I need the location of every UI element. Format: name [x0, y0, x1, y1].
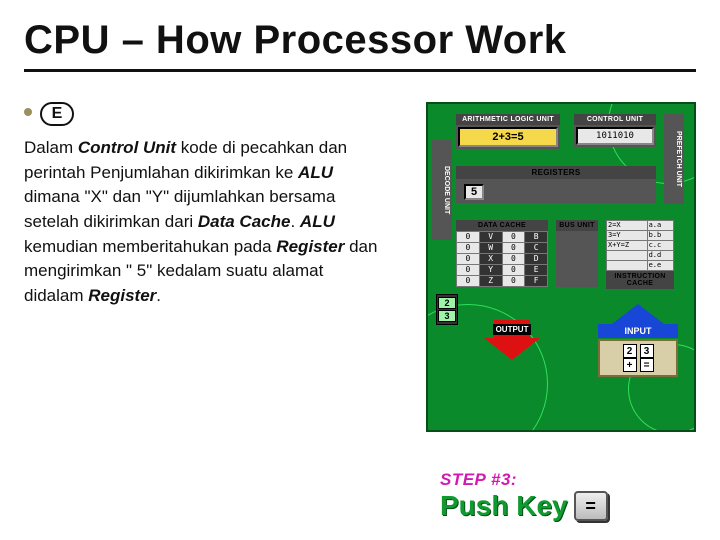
- calc-key: +: [623, 358, 637, 372]
- t: .: [156, 286, 161, 305]
- input-arrow: INPUT 2 3 + =: [598, 304, 678, 377]
- data-cache-chip: DATA CACHE 0V0B 0W0C 0X0D 0Y0E 0Z0F: [456, 220, 548, 287]
- control-unit-chip: CONTROL UNIT 1011010: [574, 114, 656, 147]
- t: Register: [88, 286, 156, 305]
- step-e-badge: E: [40, 102, 74, 126]
- calc-key: =: [640, 358, 654, 372]
- instruction-cache-chip: 2=Xa.a 3=Yb.b X+Y=Zc.c d.d e.e INSTRUCTI…: [606, 220, 674, 289]
- bus-unit-chip: BUS UNIT: [556, 220, 598, 287]
- bus-label: BUS UNIT: [556, 220, 598, 231]
- readout-val: 3: [438, 310, 456, 322]
- calc-key: 3: [640, 344, 654, 358]
- title-text: CPU – How Processor Work: [24, 18, 567, 62]
- readout-val: 2: [438, 297, 456, 309]
- body-paragraph: Dalam Control Unit kode di pecahkan dan …: [24, 136, 384, 308]
- calc-key: 2: [623, 344, 637, 358]
- output-arrow: OUTPUT: [468, 320, 556, 360]
- output-label: OUTPUT: [493, 324, 532, 335]
- t: .: [290, 212, 299, 231]
- badge-row: E: [24, 102, 408, 126]
- datacache-table: 0V0B 0W0C 0X0D 0Y0E 0Z0F: [456, 231, 548, 287]
- side-readout: 2 3: [436, 294, 458, 325]
- t: ALU: [298, 163, 333, 182]
- t: Register: [276, 237, 344, 256]
- prefetch-unit-chip: PREFETCH UNIT: [664, 114, 684, 204]
- title-row: CPU – How Processor Work: [24, 18, 696, 72]
- ctrl-label: CONTROL UNIT: [574, 114, 656, 125]
- registers-label: REGISTERS: [456, 166, 656, 179]
- mini-calculator: 2 3 + =: [598, 339, 678, 377]
- bullet-icon: [24, 108, 32, 116]
- content: E Dalam Control Unit kode di pecahkan da…: [24, 102, 696, 432]
- t: Dalam: [24, 138, 78, 157]
- step-number: STEP #3:: [440, 470, 690, 490]
- instr-table: 2=Xa.a 3=Yb.b X+Y=Zc.c d.d e.e: [606, 220, 674, 271]
- equals-key-icon: =: [574, 491, 608, 521]
- registers-value: 5: [464, 184, 484, 200]
- slide: CPU – How Processor Work E Dalam Control…: [0, 0, 720, 540]
- registers-chip: REGISTERS 5: [456, 166, 656, 203]
- t: Control Unit: [78, 138, 176, 157]
- ctrl-display: 1011010: [576, 127, 654, 145]
- instr-label: INSTRUCTION CACHE: [606, 271, 674, 289]
- alu-label: ARITHMETIC LOGIC UNIT: [456, 114, 560, 125]
- decode-unit-chip: DECODE UNIT: [432, 140, 452, 240]
- cpu-diagram: ARITHMETIC LOGIC UNIT 2+3=5 CONTROL UNIT…: [426, 102, 696, 432]
- t: kemudian memberitahukan pada: [24, 237, 276, 256]
- arrow-down-icon: [484, 338, 540, 360]
- page-title: CPU – How Processor Work: [24, 18, 696, 63]
- step-action: Push Key: [440, 490, 568, 522]
- left-column: E Dalam Control Unit kode di pecahkan da…: [24, 102, 408, 432]
- alu-display: 2+3=5: [458, 127, 558, 147]
- badge-letter: E: [52, 105, 63, 123]
- t: Data Cache: [198, 212, 291, 231]
- alu-chip: ARITHMETIC LOGIC UNIT 2+3=5: [456, 114, 560, 149]
- datacache-label: DATA CACHE: [456, 220, 548, 231]
- input-label: INPUT: [598, 324, 678, 338]
- arrow-up-icon: [612, 304, 664, 324]
- t: ALU: [300, 212, 335, 231]
- step-banner: STEP #3: Push Key =: [440, 470, 690, 522]
